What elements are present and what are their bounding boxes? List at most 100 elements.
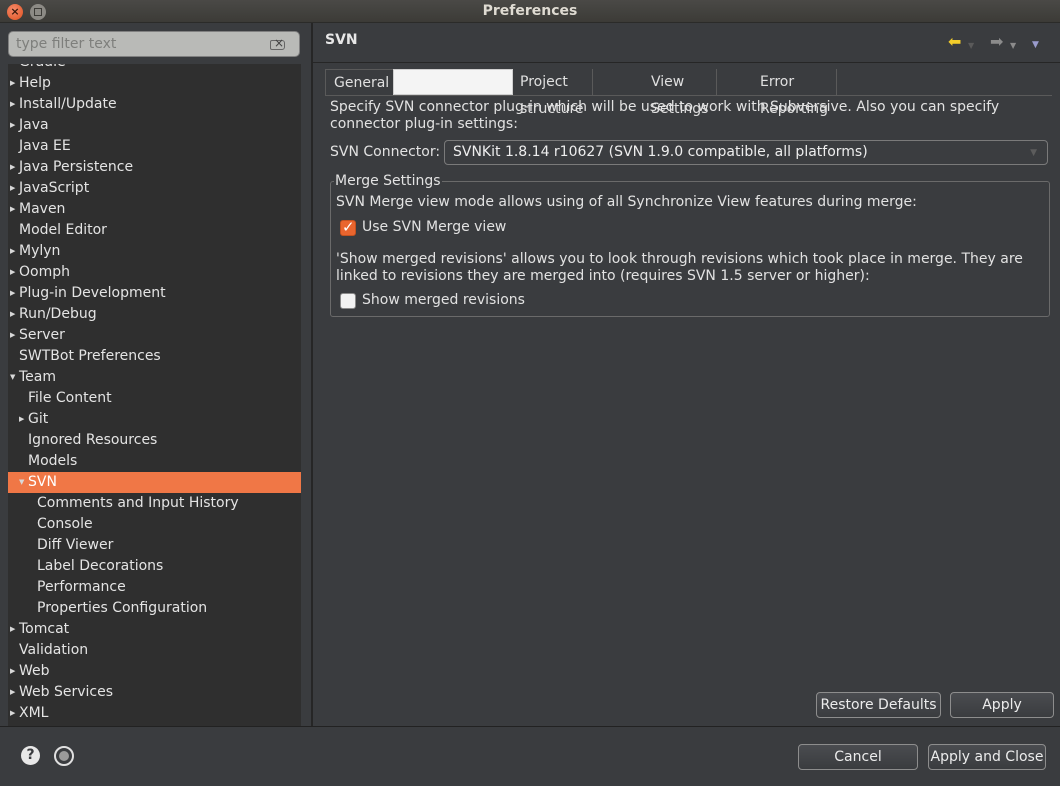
- merge-settings-title: Merge Settings: [334, 173, 442, 190]
- forward-arrow-icon[interactable]: ➡: [990, 34, 1003, 50]
- collapsed-arrow-icon[interactable]: ▶: [10, 325, 18, 346]
- collapsed-arrow-icon[interactable]: ▶: [10, 682, 18, 703]
- tree-item[interactable]: ▶ Plug-in Development: [8, 283, 301, 304]
- tree-item[interactable]: ▶ Web Services: [8, 682, 301, 703]
- back-history-chevron-icon[interactable]: ▼: [968, 38, 974, 54]
- title-bar: × Preferences: [0, 0, 1060, 23]
- tab-general[interactable]: General: [325, 69, 399, 96]
- collapsed-arrow-icon[interactable]: ▶: [10, 661, 18, 682]
- filter-input[interactable]: [16, 35, 266, 53]
- tab-selected[interactable]: [393, 69, 513, 95]
- tree-item[interactable]: ▶ Install/Update: [8, 94, 301, 115]
- collapsed-arrow-icon[interactable]: ▶: [10, 283, 18, 304]
- view-menu-icon[interactable]: ▼: [1032, 37, 1039, 53]
- tree-item-label: Gradle: [19, 64, 66, 73]
- restore-defaults-button[interactable]: Restore Defaults: [816, 692, 941, 718]
- collapsed-arrow-icon[interactable]: ▶: [10, 241, 18, 262]
- tree-item-label: Model Editor: [19, 222, 107, 238]
- collapsed-arrow-icon[interactable]: ▶: [10, 619, 18, 640]
- tree-item-label: Validation: [19, 642, 89, 658]
- tree-item[interactable]: Java EE: [8, 136, 301, 157]
- collapsed-arrow-icon[interactable]: ▶: [10, 199, 18, 220]
- tree-item-label: Diff Viewer: [37, 537, 114, 553]
- help-icon[interactable]: ?: [21, 746, 40, 765]
- tree-item-label: Run/Debug: [19, 306, 97, 322]
- tree-item[interactable]: Validation: [8, 640, 301, 661]
- tree-item[interactable]: ▶ Git: [8, 409, 301, 430]
- tree-item[interactable]: File Content: [8, 388, 301, 409]
- tree-item[interactable]: ▶ Mylyn: [8, 241, 301, 262]
- tree-item[interactable]: ▶ Java Persistence: [8, 157, 301, 178]
- tree-item[interactable]: Label Decorations: [8, 556, 301, 577]
- tab-view-settings[interactable]: View Settings: [643, 69, 718, 117]
- back-arrow-icon[interactable]: ⬅: [948, 34, 961, 50]
- tree-item[interactable]: ▶ Java: [8, 115, 301, 136]
- tree-item-label: Plug-in Development: [19, 285, 166, 301]
- collapsed-arrow-icon[interactable]: ▶: [10, 304, 18, 325]
- use-svn-merge-view-checkbox[interactable]: [340, 218, 356, 236]
- collapsed-arrow-icon[interactable]: ▶: [10, 178, 18, 199]
- tree-item-label: Ignored Resources: [28, 432, 158, 448]
- svn-connector-label: SVN Connector:: [330, 144, 441, 160]
- collapsed-arrow-icon[interactable]: ▶: [10, 94, 18, 115]
- merge-view-description: SVN Merge view mode allows using of all …: [336, 194, 917, 210]
- tree-item[interactable]: ▶ Server: [8, 325, 301, 346]
- tree-item[interactable]: Console: [8, 514, 301, 535]
- tab-error-reporting[interactable]: Error Reporting: [752, 69, 838, 117]
- tree-item-label: Team: [19, 369, 57, 385]
- tree-item[interactable]: ▶ Help: [8, 73, 301, 94]
- show-merged-revisions-label[interactable]: Show merged revisions: [362, 292, 525, 309]
- record-macro-icon[interactable]: [54, 746, 74, 766]
- expanded-arrow-icon[interactable]: ▼: [19, 472, 27, 493]
- tree-item[interactable]: Properties Configuration: [8, 598, 301, 619]
- use-svn-merge-view-label[interactable]: Use SVN Merge view: [362, 219, 506, 236]
- cancel-button[interactable]: Cancel: [798, 744, 918, 770]
- collapsed-arrow-icon[interactable]: ▶: [19, 409, 27, 430]
- page-navigation: ⬅ ▼ ➡ ▼ ▼: [948, 34, 1048, 53]
- tree-item[interactable]: SWTBot Preferences: [8, 346, 301, 367]
- tree-item[interactable]: ▶ Run/Debug: [8, 304, 301, 325]
- tree-item-label: Models: [28, 453, 78, 469]
- tree-item-label: SVN: [28, 474, 57, 490]
- preferences-tree[interactable]: Gradle▶Help▶Install/Update▶JavaJava EE▶J…: [8, 64, 301, 726]
- collapsed-arrow-icon[interactable]: ▶: [10, 115, 18, 136]
- dialog-footer: ? Cancel Apply and Close: [0, 726, 1060, 786]
- apply-button[interactable]: Apply: [950, 692, 1054, 718]
- title-separator: [313, 62, 1060, 63]
- tree-item[interactable]: ▶ Maven: [8, 199, 301, 220]
- tree-item[interactable]: ▶ Web: [8, 661, 301, 682]
- tree-item[interactable]: ▶ Tomcat: [8, 619, 301, 640]
- page-title: SVN: [325, 32, 358, 48]
- tree-item[interactable]: Model Editor: [8, 220, 301, 241]
- clear-filter-icon[interactable]: [270, 36, 285, 50]
- tree-item[interactable]: ▼ SVN: [8, 472, 301, 493]
- show-merged-revisions-checkbox[interactable]: [340, 293, 356, 309]
- tab-project-structure[interactable]: Project structure: [512, 69, 593, 117]
- tree-item-label: XML: [19, 705, 49, 721]
- tree-item[interactable]: Gradle: [8, 64, 301, 73]
- forward-history-chevron-icon[interactable]: ▼: [1010, 38, 1016, 54]
- collapsed-arrow-icon[interactable]: ▶: [10, 157, 18, 178]
- tree-item-label: Java: [19, 117, 49, 133]
- tree-item-label: Tomcat: [19, 621, 70, 637]
- tree-item-label: Java EE: [19, 138, 71, 154]
- tree-item[interactable]: Models: [8, 451, 301, 472]
- tree-item[interactable]: ▶ Oomph: [8, 262, 301, 283]
- tree-item-label: Label Decorations: [37, 558, 164, 574]
- tree-item[interactable]: ▶ JavaScript: [8, 178, 301, 199]
- tree-item[interactable]: Performance: [8, 577, 301, 598]
- tree-item-label: Server: [19, 327, 65, 343]
- svn-connector-select[interactable]: SVNKit 1.8.14 r10627 (SVN 1.9.0 compatib…: [444, 140, 1048, 165]
- tree-item[interactable]: ▶ XML: [8, 703, 301, 724]
- collapsed-arrow-icon[interactable]: ▶: [10, 262, 18, 283]
- tree-item[interactable]: Diff Viewer: [8, 535, 301, 556]
- collapsed-arrow-icon[interactable]: ▶: [10, 703, 18, 724]
- expanded-arrow-icon[interactable]: ▼: [10, 367, 18, 388]
- tree-item-label: Mylyn: [19, 243, 61, 259]
- tree-item[interactable]: Ignored Resources: [8, 430, 301, 451]
- tree-item-label: Web: [19, 663, 50, 679]
- tree-item[interactable]: ▼ Team: [8, 367, 301, 388]
- tree-item[interactable]: Comments and Input History: [8, 493, 301, 514]
- collapsed-arrow-icon[interactable]: ▶: [10, 73, 18, 94]
- apply-and-close-button[interactable]: Apply and Close: [928, 744, 1046, 770]
